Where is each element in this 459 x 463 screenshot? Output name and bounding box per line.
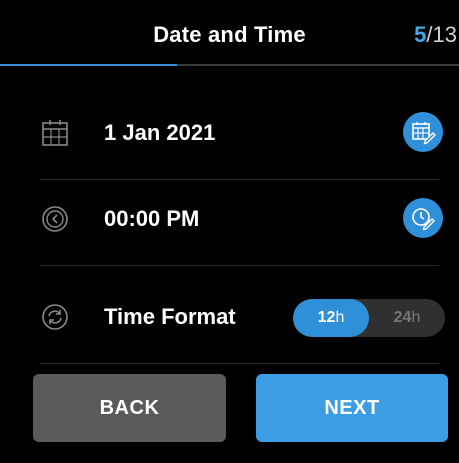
date-value: 1 Jan 2021 [104,120,216,145]
sync-icon [42,304,68,330]
format-12h-option[interactable]: 12h [293,299,369,337]
progress-bar [0,64,459,66]
step-current: 5 [414,22,427,47]
time-value: 00:00 PM [104,206,200,231]
edit-date-button[interactable] [403,112,443,152]
clock-icon [42,206,68,232]
time-format-label: Time Format [104,304,236,329]
step-indicator: 5/13 [414,22,457,48]
time-row: 00:00 PM [0,170,459,266]
time-format-row: Time Format 12h 24h [0,268,459,364]
time-format-toggle[interactable]: 12h 24h [293,299,445,337]
format-24h-value: 24 [393,309,412,326]
edit-clock-icon [412,208,435,231]
date-row: 1 Jan 2021 [0,84,459,180]
format-12h-value: 12 [317,309,336,326]
progress-fill [0,64,177,66]
edit-calendar-icon [412,122,436,145]
row-divider [40,363,439,364]
edit-time-button[interactable] [403,198,443,238]
header: Date and Time 5/13 [0,0,459,66]
format-24h-option[interactable]: 24h [369,299,445,337]
page-title: Date and Time [153,22,306,47]
back-button[interactable]: BACK [33,374,226,442]
calendar-icon [42,120,68,146]
format-12h-suffix: h [335,309,345,326]
format-24h-suffix: h [411,309,421,326]
step-total: 13 [432,22,457,47]
row-divider [40,265,439,266]
next-button[interactable]: NEXT [256,374,448,442]
